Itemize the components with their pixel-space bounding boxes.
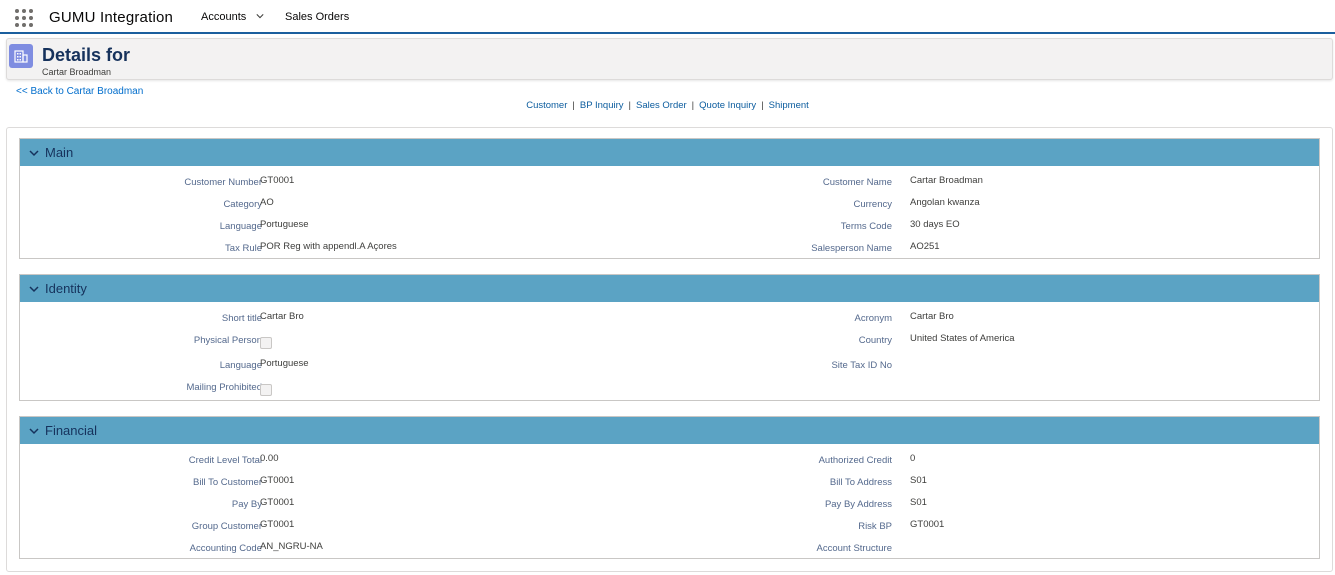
chevron-down-icon[interactable] bbox=[29, 148, 39, 158]
section-title: Main bbox=[45, 145, 74, 160]
section-financial-header[interactable]: Financial bbox=[20, 417, 1319, 444]
field-label: Acronym bbox=[854, 313, 892, 324]
field-value: GT0001 bbox=[260, 519, 295, 530]
page-header: Details for Cartar Broadman bbox=[6, 38, 1333, 80]
physical-person-checkbox[interactable] bbox=[260, 337, 272, 349]
field-label: Group Customer bbox=[191, 521, 262, 532]
field-value: GT0001 bbox=[260, 175, 295, 186]
section-main: Main Customer Number GT0001 Category AO … bbox=[19, 138, 1320, 259]
field-value: United States of America bbox=[910, 333, 1015, 344]
field-label: Credit Level Total bbox=[188, 455, 262, 466]
field-value: AO bbox=[260, 197, 274, 208]
field-value: AO251 bbox=[910, 241, 940, 252]
field-label: Salesperson Name bbox=[811, 243, 892, 254]
field-value: 0.00 bbox=[260, 453, 279, 464]
link-separator: | bbox=[691, 100, 695, 111]
chevron-down-icon[interactable] bbox=[256, 12, 264, 20]
nav-accounts[interactable]: Accounts bbox=[201, 11, 246, 23]
field-label: Accounting Code bbox=[189, 543, 262, 554]
field-label: Language bbox=[219, 221, 262, 232]
field-label: Account Structure bbox=[816, 543, 892, 554]
link-customer[interactable]: Customer bbox=[526, 100, 567, 111]
app-launcher-icon[interactable] bbox=[15, 9, 33, 27]
field-value: Cartar Broadman bbox=[910, 175, 983, 186]
field-label: Country bbox=[858, 335, 892, 346]
field-label: Customer Name bbox=[822, 177, 892, 188]
mailing-prohibited-checkbox[interactable] bbox=[260, 384, 272, 396]
field-label: Site Tax ID No bbox=[831, 360, 892, 371]
link-sales-order[interactable]: Sales Order bbox=[636, 100, 687, 111]
section-title: Identity bbox=[45, 281, 87, 296]
field-value: S01 bbox=[910, 475, 927, 486]
field-value: Angolan kwanza bbox=[910, 197, 980, 208]
field-label: Physical Person bbox=[193, 335, 262, 346]
field-value: Portuguese bbox=[260, 358, 309, 369]
top-navigation-bar: GUMU Integration Accounts Sales Orders bbox=[0, 0, 1335, 34]
field-label: Short title bbox=[221, 313, 262, 324]
field-label: Bill To Customer bbox=[193, 477, 262, 488]
link-separator: | bbox=[572, 100, 575, 111]
account-building-icon bbox=[9, 44, 33, 68]
chevron-down-icon[interactable] bbox=[29, 426, 39, 436]
section-title: Financial bbox=[45, 423, 98, 438]
page-subtitle: Cartar Broadman bbox=[42, 67, 112, 77]
field-value: 30 days EO bbox=[910, 219, 960, 230]
field-label: Customer Number bbox=[184, 177, 262, 188]
field-label: Tax Rule bbox=[225, 243, 262, 254]
section-main-header[interactable]: Main bbox=[20, 139, 1319, 166]
section-identity-header[interactable]: Identity bbox=[20, 275, 1319, 302]
field-value: Cartar Bro bbox=[910, 311, 954, 322]
field-label: Risk BP bbox=[858, 521, 892, 532]
field-label: Pay By bbox=[231, 499, 262, 510]
field-label: Currency bbox=[853, 199, 892, 210]
field-value: Cartar Bro bbox=[260, 311, 304, 322]
field-value: AN_NGRU-NA bbox=[260, 541, 323, 552]
link-separator: | bbox=[761, 100, 764, 111]
nav-sales-orders[interactable]: Sales Orders bbox=[285, 11, 349, 23]
field-label: Bill To Address bbox=[829, 477, 892, 488]
field-label: Category bbox=[223, 199, 262, 210]
app-name: GUMU Integration bbox=[49, 9, 174, 26]
section-identity: Identity Short title Cartar Bro Physical… bbox=[19, 274, 1320, 401]
link-bp-inquiry[interactable]: BP Inquiry bbox=[580, 100, 624, 111]
field-value: GT0001 bbox=[260, 497, 295, 508]
link-quote-inquiry[interactable]: Quote Inquiry bbox=[699, 100, 756, 111]
field-value: POR Reg with appendl.A Açores bbox=[260, 241, 397, 252]
section-financial: Financial Credit Level Total 0.00 Bill T… bbox=[19, 416, 1320, 559]
link-shipment[interactable]: Shipment bbox=[769, 100, 809, 111]
field-value: 0 bbox=[910, 453, 916, 464]
field-value: GT0001 bbox=[910, 519, 945, 530]
field-value: GT0001 bbox=[260, 475, 295, 486]
field-value: Portuguese bbox=[260, 219, 309, 230]
chevron-down-icon[interactable] bbox=[29, 284, 39, 294]
field-label: Pay By Address bbox=[824, 499, 892, 510]
link-separator: | bbox=[628, 100, 631, 111]
related-links-bar: Customer | BP Inquiry | Sales Order | Quote In… bbox=[0, 100, 1335, 111]
field-label: Language bbox=[219, 360, 262, 371]
field-label: Terms Code bbox=[840, 221, 892, 232]
field-value: S01 bbox=[910, 497, 927, 508]
field-label: Authorized Credit bbox=[818, 455, 892, 466]
page-title: Details for bbox=[42, 45, 131, 65]
back-link[interactable]: << Back to Cartar Broadman bbox=[16, 86, 143, 97]
field-label: Mailing Prohibited bbox=[186, 382, 262, 393]
